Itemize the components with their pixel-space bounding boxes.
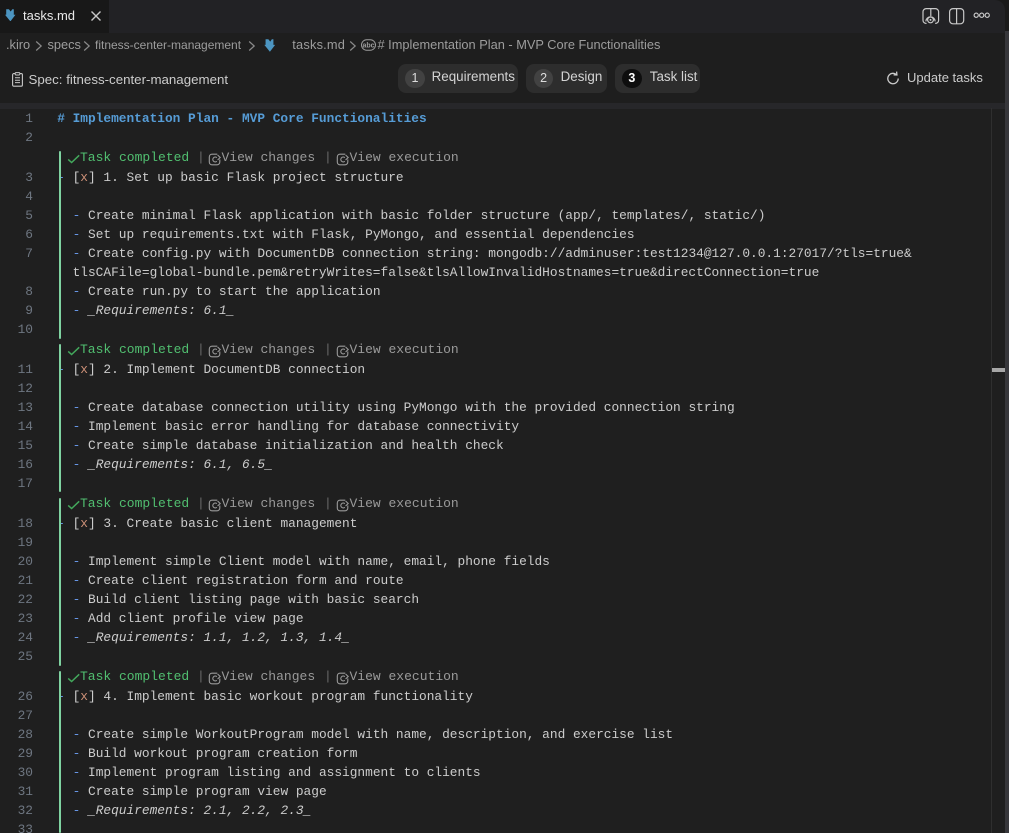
svg-text:abc: abc <box>362 43 374 50</box>
